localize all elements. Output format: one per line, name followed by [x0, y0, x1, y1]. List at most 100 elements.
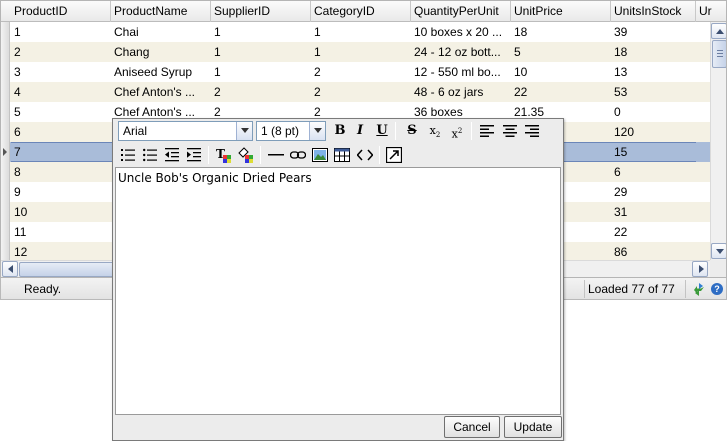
row-selector[interactable]	[1, 222, 10, 242]
table-icon[interactable]	[332, 145, 352, 165]
row-selector[interactable]	[1, 202, 10, 222]
cell-categoryid[interactable]: 1	[311, 42, 411, 62]
align-center-icon[interactable]	[500, 121, 520, 141]
strikethrough-icon[interactable]: S	[402, 121, 422, 141]
align-left-icon[interactable]	[477, 121, 497, 141]
cell-unitsinstock[interactable]: 15	[611, 142, 696, 162]
row-selector[interactable]	[1, 122, 10, 142]
cell-quantityperunit[interactable]: 10 boxes x 20 ...	[411, 22, 511, 42]
cell-supplierid[interactable]: 1	[211, 62, 311, 82]
cell-productname[interactable]: Chang	[111, 42, 211, 62]
cell-unitprice[interactable]: 18	[511, 22, 611, 42]
horizontal-rule-icon[interactable]	[266, 145, 286, 165]
row-selector[interactable]	[1, 42, 10, 62]
cell-unitprice[interactable]: 22	[511, 82, 611, 102]
table-row[interactable]: 2 Chang 1 1 24 - 12 oz bott... 5 18	[1, 42, 711, 62]
cell-unitsinstock[interactable]: 6	[611, 162, 696, 182]
row-selector[interactable]	[1, 82, 10, 102]
link-icon[interactable]	[288, 145, 308, 165]
unordered-list-icon[interactable]	[140, 145, 160, 165]
cell-productid[interactable]: 3	[11, 62, 111, 82]
cell-supplierid[interactable]: 1	[211, 22, 311, 42]
row-selector[interactable]	[1, 142, 10, 162]
cell-productname[interactable]: Aniseed Syrup	[111, 62, 211, 82]
update-button[interactable]: Update	[504, 416, 562, 438]
italic-icon[interactable]: I	[350, 121, 370, 141]
cell-productid[interactable]: 11	[11, 222, 111, 242]
font-size-select[interactable]: 1 (8 pt)	[256, 121, 326, 141]
underline-icon[interactable]: U	[372, 121, 392, 141]
cell-categoryid[interactable]: 1	[311, 22, 411, 42]
cell-unitprice[interactable]: 10	[511, 62, 611, 82]
cell-supplierid[interactable]: 1	[211, 42, 311, 62]
cell-unitsinstock[interactable]: 22	[611, 222, 696, 242]
background-color-icon[interactable]	[235, 145, 255, 165]
cancel-button[interactable]: Cancel	[444, 416, 500, 438]
cell-productid[interactable]: 2	[11, 42, 111, 62]
cell-unitsinstock[interactable]: 13	[611, 62, 696, 82]
bold-icon[interactable]: B	[330, 121, 350, 141]
column-header-unitprice[interactable]: UnitPrice	[511, 1, 611, 22]
cell-unitsinstock[interactable]: 120	[611, 122, 696, 142]
column-header-unitsonorder[interactable]: Ur	[696, 1, 726, 22]
table-row[interactable]: 4 Chef Anton's ... 2 2 48 - 6 oz jars 22 53	[1, 82, 711, 102]
html-source-icon[interactable]	[355, 145, 375, 165]
cell-quantityperunit[interactable]: 12 - 550 ml bo...	[411, 62, 511, 82]
row-selector[interactable]	[1, 62, 10, 82]
ordered-list-icon[interactable]	[118, 145, 138, 165]
table-row[interactable]: 1 Chai 1 1 10 boxes x 20 ... 18 39	[1, 22, 711, 42]
cell-unitsinstock[interactable]: 86	[611, 242, 696, 262]
outdent-icon[interactable]	[162, 145, 182, 165]
cell-productname[interactable]: Chai	[111, 22, 211, 42]
row-selector[interactable]	[1, 162, 10, 182]
scroll-right-button[interactable]	[692, 261, 708, 277]
editor-content-area[interactable]: Uncle Bob's Organic Dried Pears	[115, 167, 561, 415]
image-icon[interactable]	[310, 145, 330, 165]
cell-productid[interactable]: 7	[11, 142, 111, 162]
cell-productname[interactable]: Chef Anton's ...	[111, 82, 211, 102]
cell-unitsinstock[interactable]: 53	[611, 82, 696, 102]
cell-unitsinstock[interactable]: 0	[611, 102, 696, 122]
refresh-icon[interactable]	[691, 281, 707, 297]
cell-quantityperunit[interactable]: 24 - 12 oz bott...	[411, 42, 511, 62]
cell-productid[interactable]: 10	[11, 202, 111, 222]
indent-icon[interactable]	[184, 145, 204, 165]
vertical-scrollbar[interactable]	[710, 22, 726, 260]
horizontal-scroll-thumb[interactable]	[19, 262, 114, 277]
row-selector[interactable]	[1, 242, 10, 262]
cell-productid[interactable]: 1	[11, 22, 111, 42]
help-icon[interactable]: ?	[711, 283, 723, 295]
cell-categoryid[interactable]: 2	[311, 82, 411, 102]
vertical-scroll-thumb[interactable]	[712, 40, 726, 68]
cell-unitsinstock[interactable]: 39	[611, 22, 696, 42]
cell-productid[interactable]: 5	[11, 102, 111, 122]
column-header-quantityperunit[interactable]: QuantityPerUnit	[411, 1, 511, 22]
cell-unitsinstock[interactable]: 18	[611, 42, 696, 62]
column-header-productid[interactable]: ProductID	[11, 1, 111, 22]
font-family-select[interactable]: Arial	[118, 121, 253, 141]
cell-supplierid[interactable]: 2	[211, 82, 311, 102]
scroll-up-button[interactable]	[711, 23, 726, 39]
column-header-productname[interactable]: ProductName	[111, 1, 211, 22]
cell-quantityperunit[interactable]: 48 - 6 oz jars	[411, 82, 511, 102]
scroll-down-button[interactable]	[711, 243, 726, 259]
align-right-icon[interactable]	[522, 121, 542, 141]
cell-productid[interactable]: 8	[11, 162, 111, 182]
superscript-icon[interactable]: x2	[447, 121, 467, 141]
scroll-left-button[interactable]	[2, 261, 18, 277]
subscript-icon[interactable]: x2	[425, 121, 445, 141]
cell-unitprice[interactable]: 5	[511, 42, 611, 62]
row-selector[interactable]	[1, 102, 10, 122]
cell-unitsinstock[interactable]: 31	[611, 202, 696, 222]
cell-categoryid[interactable]: 2	[311, 62, 411, 82]
cell-productid[interactable]: 9	[11, 182, 111, 202]
fullscreen-icon[interactable]	[384, 145, 404, 165]
cell-productid[interactable]: 12	[11, 242, 111, 262]
cell-productid[interactable]: 4	[11, 82, 111, 102]
cell-productid[interactable]: 6	[11, 122, 111, 142]
column-header-categoryid[interactable]: CategoryID	[311, 1, 411, 22]
cell-unitsinstock[interactable]: 29	[611, 182, 696, 202]
table-row[interactable]: 3 Aniseed Syrup 1 2 12 - 550 ml bo... 10 13	[1, 62, 711, 82]
column-header-supplierid[interactable]: SupplierID	[211, 1, 311, 22]
column-header-unitsinstock[interactable]: UnitsInStock	[611, 1, 696, 22]
